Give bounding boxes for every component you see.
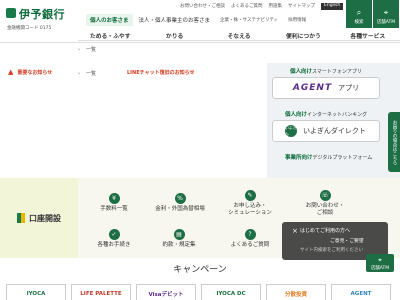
service-fees[interactable]: ¥ 手数料一覧 (85, 184, 143, 222)
biz-title-main: 事業所向け (285, 155, 313, 161)
link-english[interactable]: English (321, 3, 344, 10)
important-notice-heading: ▲ 重要なお知らせ (8, 68, 52, 76)
service-faq-label: よくあるご質問 (230, 242, 270, 249)
tab-personal[interactable]: 個人のお客さま (86, 14, 133, 26)
link-contact[interactable]: お問い合わせ・ご相談 (180, 3, 225, 10)
service-contact[interactable]: ☏ お問い合わせ・ ご相談 (290, 184, 360, 222)
audience-tabs: 個人のお客さま 法人・個人事業主のお客さま 企業・株・サステナビリティ 採用情報 (86, 14, 310, 26)
iyogin-direct-button[interactable]: いよぎん いよぎんダイレクト (272, 120, 380, 142)
chat-question[interactable]: はじめてご利用の方へ (300, 227, 350, 234)
account-open-tile[interactable]: 口座開設 (0, 178, 78, 258)
header-actions: ⌕ 検索 ⌖ 店舗ATM (345, 0, 400, 28)
document-icon: ▤ (173, 229, 185, 241)
agent-logo: AGENT (292, 83, 333, 93)
notice-line-chat[interactable]: LINEチャット復旧のお知らせ (127, 69, 195, 76)
personal-app-title-main: 個人向け (290, 69, 313, 75)
banking-title: 個人向けインターネットバンキング (285, 110, 367, 118)
atm-label: 店舗ATM (376, 20, 396, 25)
utility-links: お問い合わせ・ご相談 よくあるご質問 用語集 サイトマップ English (180, 3, 344, 10)
service-rates[interactable]: % 金利・外国為替相場 (145, 184, 215, 222)
agent-app-button[interactable]: AGENT アプリ (272, 77, 380, 99)
campaign-card[interactable]: LIFE PALETTE (71, 284, 131, 300)
chat-close-icon[interactable]: × (292, 227, 298, 235)
biz-platform-title: 事業所向けデジタルプラットフォーム (285, 153, 372, 161)
question-icon: ? (244, 229, 256, 241)
service-terms[interactable]: ▤ 約款・規定集 (150, 220, 208, 258)
campaign-card[interactable]: 分散投資 (266, 284, 326, 300)
bank-logo-mark[interactable] (6, 8, 16, 18)
service-fees-label: 手数料一覧 (100, 206, 128, 213)
biz-title-sub: デジタルプラットフォーム (312, 155, 373, 161)
service-terms-label: 約款・規定集 (162, 242, 196, 249)
phone-icon: ☏ (319, 189, 331, 201)
news-list-link[interactable]: 一覧 (78, 46, 96, 53)
account-open-label: 口座開設 (29, 213, 61, 223)
important-label: 重要なお知らせ (17, 69, 53, 76)
campaign-card[interactable]: Visaデビット (136, 284, 196, 300)
help-side-tab[interactable]: お困りの場合はこちら (388, 112, 400, 172)
tab-business[interactable]: 法人・個人事業主のお客さま (135, 14, 215, 26)
banking-title-sub: インターネットバンキング (307, 112, 368, 118)
agent-app-label: アプリ (338, 84, 360, 92)
location-pin-icon: ⌖ (383, 8, 389, 17)
atm-button[interactable]: ⌖ 店舗ATM (372, 0, 399, 28)
pen-icon: ✎ (244, 189, 256, 201)
percent-icon: % (174, 193, 186, 205)
banking-title-main: 個人向け (285, 112, 308, 118)
nav-convenient[interactable]: 便利につかう (271, 29, 335, 40)
nav-save-invest[interactable]: ためる・ふやす (78, 29, 142, 40)
service-apply-label: お申し込み・ シミュレーション (228, 202, 272, 216)
bank-code: 金融機関コード 0175 (7, 26, 52, 31)
campaign-carousel: IYOCA LIFE PALETTE Visaデビット IYOCA DC 分散投… (6, 284, 391, 300)
chat-sub: サイト内検索をご利用ください (300, 248, 363, 253)
search-button[interactable]: ⌕ 検索 (345, 0, 372, 28)
bank-logo[interactable]: 伊予銀行 (19, 6, 65, 22)
iyogin-direct-label: いよぎんダイレクト (303, 127, 366, 135)
tab-recruit[interactable]: 採用情報 (284, 14, 310, 26)
important-list-link[interactable]: 一覧 (78, 70, 96, 77)
tab-corporate[interactable]: 企業・株・サステナビリティ (216, 14, 282, 26)
check-icon: ✓ (108, 229, 120, 241)
campaign-card[interactable]: IYOCA DC (201, 284, 261, 300)
campaign-card[interactable]: AGENT (331, 284, 391, 300)
service-contact-label: お問い合わせ・ ご相談 (305, 202, 345, 216)
link-glossary[interactable]: 用語集 (269, 3, 283, 10)
nav-services[interactable]: 各種サービス (336, 29, 400, 40)
iyogin-direct-logo: いよぎん (285, 125, 297, 137)
chat-feedback[interactable]: ご意見・ご要望 (330, 237, 364, 244)
campaign-title: キャンペーン (173, 265, 227, 275)
search-icon: ⌕ (356, 8, 362, 17)
service-procedures[interactable]: ✓ 各種お手続き (85, 220, 143, 258)
search-label: 検索 (354, 20, 364, 25)
yen-icon: ¥ (108, 193, 120, 205)
service-apply[interactable]: ✎ お申し込み・ シミュレーション (215, 184, 285, 222)
campaign-card[interactable]: IYOCA (6, 284, 66, 300)
warning-icon: ▲ (8, 68, 14, 76)
service-faq[interactable]: ? よくあるご質問 (218, 220, 282, 258)
personal-app-title-sub: スマートフォンアプリ (312, 69, 362, 75)
beginner-mark-icon (17, 213, 25, 223)
notice-bar (0, 42, 400, 64)
service-rates-label: 金利・外国為替相場 (155, 206, 205, 213)
personal-app-title: 個人向けスマートフォンアプリ (290, 67, 362, 75)
nav-borrow[interactable]: かりる (142, 29, 206, 40)
link-sitemap[interactable]: サイトマップ (288, 3, 315, 10)
main-nav: ためる・ふやす かりる そなえる 便利につかう 各種サービス (78, 29, 400, 41)
link-faq[interactable]: よくあるご質問 (231, 3, 263, 10)
service-procedures-label: 各種お手続き (97, 242, 131, 249)
nav-insure[interactable]: そなえる (207, 29, 271, 40)
